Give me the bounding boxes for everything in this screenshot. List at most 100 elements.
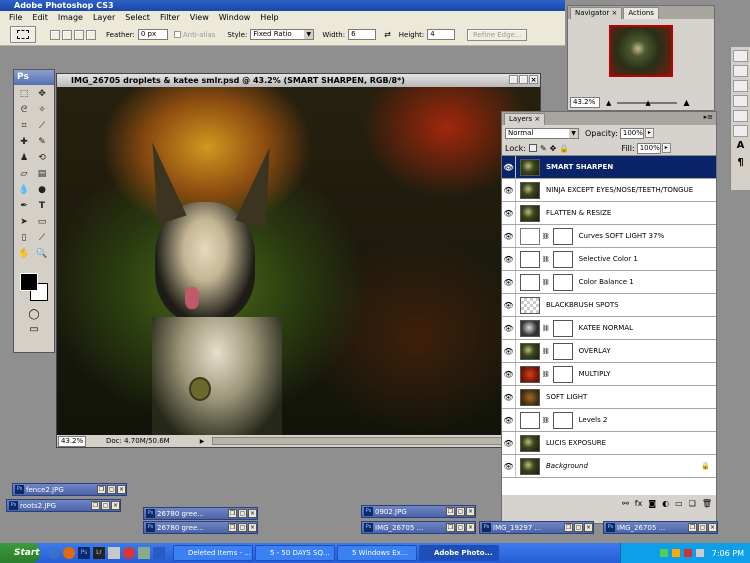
dock-button[interactable] — [733, 110, 748, 122]
layer-style-icon[interactable]: fx — [635, 499, 643, 508]
type-tool-icon[interactable]: T — [35, 199, 49, 213]
visibility-eye-icon[interactable]: 👁 — [502, 409, 516, 431]
taskbar-button[interactable]: 5 Windows Ex... — [337, 545, 417, 561]
visibility-eye-icon[interactable]: 👁 — [502, 202, 516, 224]
restore-button[interactable]: ❐ — [688, 523, 697, 532]
maximize-button[interactable]: ▢ — [107, 485, 116, 494]
mask-link-icon[interactable]: ⛓ — [542, 417, 550, 424]
close-icon[interactable]: × — [612, 9, 618, 17]
restore-button[interactable]: ❐ — [446, 523, 455, 532]
marquee-tool-icon[interactable]: ⬚ — [17, 87, 31, 101]
zoom-in-icon[interactable]: ▲ — [683, 98, 689, 107]
visibility-eye-icon[interactable]: 👁 — [502, 271, 516, 293]
lock-pixels-icon[interactable]: ✎ — [540, 144, 547, 153]
minimized-document[interactable]: Ps IMG_26705 ... ❐ ▢ × — [361, 521, 476, 534]
close-button[interactable]: × — [117, 485, 126, 494]
navigator-preview[interactable] — [609, 25, 673, 77]
visibility-eye-icon[interactable]: 👁 — [502, 248, 516, 270]
layer-thumbnail[interactable] — [520, 457, 540, 475]
menu-select[interactable]: Select — [120, 11, 155, 24]
layer-row[interactable]: 👁 LUCIS EXPOSURE — [502, 432, 716, 455]
minimized-document[interactable]: Ps 26780 gree... ❐ ▢ × — [143, 507, 258, 520]
lock-transparent-icon[interactable] — [528, 144, 537, 152]
slider-thumb-icon[interactable]: ▲ — [645, 99, 650, 107]
restore-button[interactable]: ❐ — [564, 523, 573, 532]
minimized-document[interactable]: Ps roots2.JPG ❐ ▢ × — [6, 499, 121, 512]
layer-thumbnail[interactable] — [520, 365, 540, 383]
zoom-tool-icon[interactable]: 🔍 — [35, 247, 49, 261]
mask-link-icon[interactable]: ⛓ — [542, 348, 550, 355]
volume-icon[interactable] — [695, 549, 704, 557]
layer-row[interactable]: 👁 ⛓ Color Balance 1 — [502, 271, 716, 294]
tab-navigator[interactable]: Navigator × — [570, 7, 623, 19]
subtract-selection-button[interactable] — [74, 29, 84, 40]
shape-tool-icon[interactable]: ▭ — [35, 215, 49, 229]
style-select[interactable]: Fixed Ratio ▼ — [250, 29, 315, 40]
menu-layer[interactable]: Layer — [88, 11, 120, 24]
layer-row[interactable]: 👁 ⛓ Selective Color 1 — [502, 248, 716, 271]
mask-link-icon[interactable]: ⛓ — [542, 233, 550, 240]
layer-mask-thumbnail[interactable] — [552, 365, 573, 383]
restore-button[interactable]: ❐ — [228, 523, 237, 532]
visibility-eye-icon[interactable]: 👁 — [502, 340, 516, 362]
dock-button[interactable] — [733, 125, 748, 137]
clock[interactable]: 7:06 PM — [712, 549, 744, 558]
app-launch-icon[interactable] — [138, 547, 150, 559]
close-button[interactable]: × — [466, 523, 475, 532]
document-titlebar[interactable]: IMG_26705 droplets & katee smlr.psd @ 43… — [57, 74, 540, 87]
magic-wand-tool-icon[interactable]: ✧ — [35, 103, 49, 117]
visibility-eye-icon[interactable]: 👁 — [502, 156, 516, 178]
tab-layers[interactable]: Layers × — [504, 113, 546, 125]
new-selection-button[interactable] — [50, 29, 60, 40]
restore-button[interactable]: ❐ — [228, 509, 237, 518]
start-button[interactable]: Start — [0, 543, 40, 563]
zoom-slider[interactable]: ▲ — [617, 99, 678, 107]
lasso-tool-icon[interactable]: ᘓ — [17, 103, 31, 117]
add-mask-icon[interactable]: ◙ — [648, 499, 656, 508]
document-canvas[interactable] — [57, 87, 540, 435]
feather-input[interactable]: 0 px — [137, 29, 168, 40]
layer-row[interactable]: 👁 ⛓ OVERLAY — [502, 340, 716, 363]
menu-file[interactable]: File — [4, 11, 27, 24]
minimized-document[interactable]: Ps fence2.JPG ❐ ▢ × — [12, 483, 127, 496]
antialias-checkbox[interactable]: Anti-alias — [173, 31, 215, 39]
layer-thumbnail[interactable] — [520, 411, 540, 429]
trash-icon[interactable]: 🗑 — [702, 499, 712, 508]
menu-edit[interactable]: Edit — [27, 11, 53, 24]
layer-thumbnail[interactable] — [520, 204, 540, 222]
layer-thumbnail[interactable] — [520, 273, 540, 291]
history-brush-icon[interactable]: ⟲ — [35, 151, 49, 165]
visibility-eye-icon[interactable]: 👁 — [502, 432, 516, 454]
layer-row[interactable]: 👁 BLACKBRUSH SPOTS — [502, 294, 716, 317]
quickmask-icon[interactable]: ◯ — [14, 309, 54, 320]
notes-tool-icon[interactable]: ▯ — [17, 231, 31, 245]
close-button[interactable]: × — [111, 501, 120, 510]
healing-brush-icon[interactable]: ✚ — [17, 135, 31, 149]
tray-icon[interactable] — [683, 549, 692, 557]
visibility-eye-icon[interactable]: 👁 — [502, 386, 516, 408]
fill-slider-icon[interactable]: ▸ — [661, 143, 671, 153]
layer-mask-thumbnail[interactable] — [552, 319, 573, 337]
minimized-document[interactable]: Ps IMG_19297 ... ❐ ▢ × — [479, 521, 594, 534]
dodge-tool-icon[interactable]: ● — [35, 183, 49, 197]
crop-tool-icon[interactable]: ⌗ — [17, 119, 31, 133]
minimized-document[interactable]: Ps IMG_26705 ... ❐ ▢ × — [603, 521, 718, 534]
layer-mask-thumbnail[interactable] — [552, 273, 573, 291]
restore-button[interactable]: ❐ — [91, 501, 100, 510]
minimized-document[interactable]: Ps 0902.JPG ❐ ▢ × — [361, 505, 476, 518]
lock-all-icon[interactable]: 🔒 — [559, 144, 569, 153]
opacity-input[interactable]: 100% — [619, 127, 644, 139]
dock-button[interactable] — [733, 95, 748, 107]
layer-thumbnail[interactable] — [520, 227, 540, 245]
status-menu-icon[interactable]: ▶ — [200, 438, 205, 445]
maximize-button[interactable]: ▢ — [456, 507, 465, 516]
mask-link-icon[interactable]: ⛓ — [542, 325, 550, 332]
layer-thumbnail[interactable] — [520, 250, 540, 268]
close-button[interactable]: × — [584, 523, 593, 532]
path-select-icon[interactable]: ➤ — [17, 215, 31, 229]
taskbar-button[interactable]: 5 - 50 DAYS SQ... — [255, 545, 335, 561]
new-layer-icon[interactable]: ❏ — [689, 499, 696, 508]
layer-row[interactable]: 👁 FLATTEN & RESIZE — [502, 202, 716, 225]
mask-link-icon[interactable]: ⛓ — [542, 371, 550, 378]
gradient-tool-icon[interactable]: ▤ — [35, 167, 49, 181]
